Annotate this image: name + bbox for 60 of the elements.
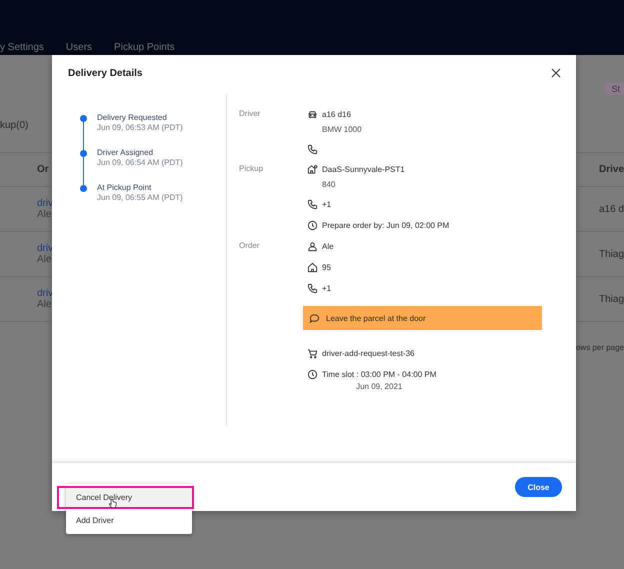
driver-name: Thiag: [598, 248, 624, 260]
clock-icon: [307, 369, 318, 380]
timeline-dot: [80, 115, 87, 122]
order-link[interactable]: driv: [37, 198, 54, 209]
timeline-line: [83, 155, 84, 185]
driver-name: Thiag: [598, 294, 624, 304]
nav-tab[interactable]: Pickup Points: [114, 42, 175, 54]
time-slot-detail: Jun 09, 2021: [355, 382, 404, 392]
cart-icon: [307, 348, 318, 359]
vehicle-text: a16 d16: [322, 109, 352, 121]
column-header: Or: [37, 164, 49, 175]
close-button[interactable]: [550, 67, 562, 79]
phone-icon: [307, 283, 318, 294]
timeline-dot: [80, 185, 87, 192]
status-tag: St: [605, 83, 624, 95]
driver-name: a16 d: [598, 204, 624, 214]
status-label: At Pickup Point: [97, 183, 152, 193]
order-link[interactable]: driv: [37, 288, 54, 299]
clock-icon: [307, 220, 318, 231]
close-button[interactable]: Close: [515, 477, 562, 497]
location-detail: 840: [322, 180, 336, 190]
customer-name: Ale: [37, 209, 52, 220]
status-time: Jun 09, 06:54 AM (PDT): [97, 158, 183, 168]
deadline-text: Prepare order by: Jun 09, 02:00 PM: [322, 220, 450, 232]
customer-name: Ale: [37, 299, 52, 310]
phone-icon: [307, 199, 318, 210]
column-header: Drive: [598, 164, 624, 175]
phone-text: +1: [322, 283, 332, 295]
person-icon: [307, 241, 318, 252]
time-slot-text: Time slot : 03:00 PM - 04:00 PM: [322, 369, 436, 381]
timeline-line: [83, 120, 84, 150]
filter-tab[interactable]: kup(0): [0, 120, 28, 131]
rows-per-page-label: ows per page: [576, 342, 624, 352]
phone-text: +1: [322, 199, 332, 211]
close-icon: [550, 67, 562, 79]
customer-name: Ale: [37, 254, 52, 265]
delivery-note: Leave the parcel at the door: [303, 306, 542, 330]
location-text: DaaS-Sunnyvale-PST1: [322, 164, 405, 176]
phone-icon: [307, 144, 318, 155]
modal-title: Delivery Details: [68, 68, 142, 78]
home-icon: [307, 262, 318, 273]
timeline-dot: [80, 150, 87, 157]
nav-tab[interactable]: y Settings: [0, 42, 44, 54]
nav-tab[interactable]: Users: [66, 42, 92, 54]
order-link[interactable]: driv: [37, 243, 54, 254]
status-label: Delivery Requested: [97, 113, 168, 123]
vehicle-detail: BMW 1000: [322, 125, 362, 135]
section-label: Pickup: [239, 164, 264, 175]
car-icon: [307, 109, 318, 120]
section-label: Order: [239, 241, 260, 252]
customer-text: Ale: [322, 241, 334, 253]
store-pin-icon: [307, 164, 318, 175]
status-label: Driver Assigned: [97, 148, 154, 158]
menu-item[interactable]: Add Driver: [66, 509, 192, 532]
chat-bubble-icon: [309, 312, 320, 324]
section-label: Driver: [239, 109, 262, 120]
address-text: 95: [322, 262, 331, 274]
status-time: Jun 09, 06:55 AM (PDT): [97, 193, 183, 203]
order-id-text: driver-add-request-test-36: [322, 348, 414, 360]
status-time: Jun 09, 06:53 AM (PDT): [97, 123, 183, 133]
